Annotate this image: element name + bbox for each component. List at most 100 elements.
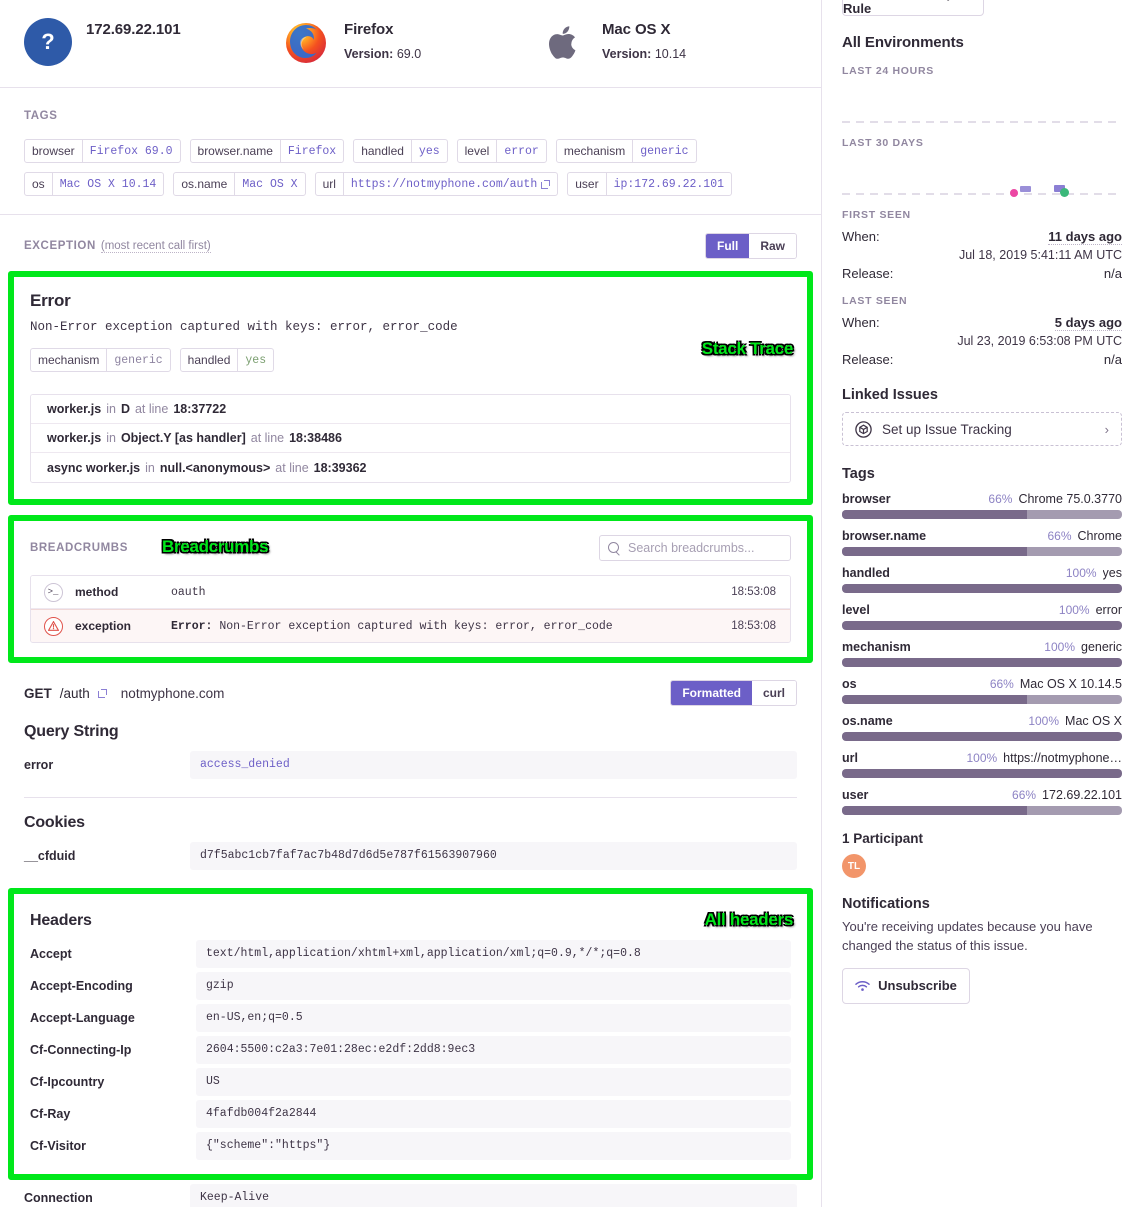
tag-pill-value-text: Firefox 69.0 bbox=[89, 144, 173, 158]
breadcrumb-row-list: >_ method oauth 18:53:08 exception Error: Non… bbox=[30, 575, 791, 643]
avatar[interactable]: TL bbox=[842, 854, 866, 878]
sidebar-tag-value: Chrome bbox=[1077, 529, 1122, 543]
sidebar-tag-percent: 100% bbox=[966, 751, 998, 765]
tag-pill-key: handled bbox=[361, 144, 404, 158]
sidebar-tag[interactable]: os.name 100% Mac OS X bbox=[842, 714, 1122, 741]
sidebar-tag[interactable]: level 100% error bbox=[842, 603, 1122, 630]
sidebar-tag[interactable]: user 66% 172.69.22.101 bbox=[842, 788, 1122, 815]
sidebar-tag-value: Mac OS X 10.14.5 bbox=[1019, 677, 1122, 691]
tag-pill-value-text: Mac OS X 10.14 bbox=[59, 177, 157, 191]
tag-pill-key: browser.name bbox=[197, 144, 273, 158]
sidebar-tag[interactable]: mechanism 100% generic bbox=[842, 640, 1122, 667]
exception-pill[interactable]: handled yes bbox=[179, 348, 275, 372]
context-item-os: Mac OS X Version: 10.14 bbox=[540, 18, 686, 66]
tag-pill[interactable]: browser.name Firefox bbox=[189, 139, 345, 163]
exception-pill[interactable]: mechanism generic bbox=[30, 348, 171, 372]
create-ownership-rule-button[interactable]: Create Ownership Rule bbox=[842, 0, 984, 16]
cube-icon bbox=[855, 420, 872, 438]
sidebar-tag[interactable]: browser 66% Chrome 75.0.3770 bbox=[842, 492, 1122, 519]
breadcrumb-type: exception bbox=[75, 619, 132, 633]
tag-pill[interactable]: mechanism generic bbox=[555, 139, 697, 163]
first-seen-when-value: 11 days ago bbox=[1048, 229, 1122, 245]
exception-view-toggle[interactable]: Full Raw bbox=[704, 233, 797, 259]
sidebar-tag-percent: 66% bbox=[1012, 788, 1037, 802]
toggle-full-button[interactable]: Full bbox=[705, 234, 750, 258]
tag-pill-value[interactable]: Firefox bbox=[279, 140, 343, 162]
stack-trace-annotation-label: Stack Trace bbox=[701, 339, 794, 358]
tag-pill-value[interactable]: Mac OS X bbox=[234, 173, 304, 195]
sidebar-tag-bar bbox=[842, 732, 1122, 741]
toggle-raw-button[interactable]: Raw bbox=[749, 234, 796, 258]
stack-frame[interactable]: worker.js in Dat line 18:37722 bbox=[31, 395, 790, 424]
tag-pill-value[interactable]: https://notmyphone.com/auth bbox=[342, 173, 557, 195]
http-method: GET bbox=[24, 685, 52, 701]
query-string-rows: error access_denied bbox=[24, 751, 797, 779]
stack-frame[interactable]: async worker.js in null.<anonymous> at line… bbox=[31, 453, 790, 482]
sidebar-tag[interactable]: handled 100% yes bbox=[842, 566, 1122, 593]
first-seen-label: FIRST SEEN bbox=[842, 209, 911, 221]
tag-pill[interactable]: url https://notmyphone.com/auth bbox=[314, 172, 559, 196]
sidebar-tag-bar bbox=[842, 806, 1122, 815]
sidebar-tag-bar bbox=[842, 547, 1122, 556]
first-seen-absolute: Jul 18, 2019 5:41:11 AM UTC bbox=[958, 248, 1122, 262]
sidebar-tag-name: browser.name bbox=[842, 529, 927, 543]
sparkline-axis bbox=[842, 121, 1122, 123]
tag-pill[interactable]: os.name Mac OS X bbox=[173, 172, 306, 196]
sidebar-tag-list: browser 66% Chrome 75.0.3770 browser.name 66… bbox=[842, 492, 1122, 815]
kv-row: Accept text/html,application/xhtml+xml,ap… bbox=[30, 940, 791, 968]
header-key: Accept-Language bbox=[30, 1011, 135, 1025]
sidebar-tag-bar bbox=[842, 658, 1122, 667]
notifications-title: Notifications bbox=[842, 896, 930, 912]
header-rows-outside: Connection Keep-Alive bbox=[0, 1180, 821, 1207]
first-seen-when-label: When: bbox=[842, 229, 880, 244]
tag-pill[interactable]: browser Firefox 69.0 bbox=[24, 139, 181, 163]
sidebar-tag-percent: 100% bbox=[1065, 566, 1097, 580]
breadcrumbs-search[interactable] bbox=[599, 535, 791, 561]
exception-pill-value: yes bbox=[237, 349, 273, 371]
external-link-icon[interactable] bbox=[541, 179, 551, 189]
tag-pill-value[interactable]: ip:172.69.22.101 bbox=[605, 173, 731, 195]
tag-pill[interactable]: level error bbox=[456, 139, 547, 163]
tag-pill-list: browser Firefox 69.0 browser.name Firefox ha… bbox=[24, 139, 797, 196]
toggle-curl-button[interactable]: curl bbox=[751, 681, 796, 705]
tag-pill-value[interactable]: Firefox 69.0 bbox=[81, 140, 180, 162]
browser-version-label: Version: bbox=[344, 47, 394, 61]
breadcrumb-icon-glyph: >_ bbox=[43, 582, 63, 602]
kv-row: Cf-Visitor {"scheme":"https"} bbox=[30, 1132, 791, 1160]
search-breadcrumbs-input[interactable] bbox=[626, 540, 782, 556]
tag-pill-value[interactable]: yes bbox=[410, 140, 447, 162]
tag-pill-value[interactable]: error bbox=[496, 140, 546, 162]
header-value: text/html,application/xhtml+xml,applicat… bbox=[196, 940, 791, 968]
sidebar-tag[interactable]: browser.name 66% Chrome bbox=[842, 529, 1122, 556]
tag-pill[interactable]: user ip:172.69.22.101 bbox=[567, 172, 733, 196]
kv-row: Accept-Encoding gzip bbox=[30, 972, 791, 1000]
tag-pill-key: browser bbox=[32, 144, 75, 158]
http-section: GET /auth notmyphone.com Formatted curl … bbox=[0, 663, 821, 870]
exception-message: Non-Error exception captured with keys: … bbox=[30, 320, 458, 334]
tag-pill-value[interactable]: Mac OS X 10.14 bbox=[51, 173, 164, 195]
kv-row: error access_denied bbox=[24, 751, 797, 779]
tag-pill-key: mechanism bbox=[563, 144, 626, 158]
last-30-days-label: LAST 30 DAYS bbox=[842, 137, 924, 149]
breadcrumb-type: method bbox=[75, 585, 119, 599]
tag-pill[interactable]: os Mac OS X 10.14 bbox=[24, 172, 165, 196]
tag-pill-value-text: error bbox=[504, 144, 539, 158]
stack-frame-list: worker.js in Dat line 18:37722 worker.js in Ob… bbox=[30, 394, 791, 483]
toggle-formatted-button[interactable]: Formatted bbox=[671, 681, 752, 705]
stack-frame[interactable]: worker.js in Object.Y [as handler] at line 1… bbox=[31, 424, 790, 453]
set-up-issue-tracking-button[interactable]: Set up Issue Tracking › bbox=[842, 412, 1122, 446]
unsubscribe-button[interactable]: Unsubscribe bbox=[842, 967, 970, 1004]
sidebar-tag-name: os.name bbox=[842, 714, 893, 728]
http-view-toggle[interactable]: Formatted curl bbox=[670, 680, 797, 706]
sidebar-tag[interactable]: os 66% Mac OS X 10.14.5 bbox=[842, 677, 1122, 704]
external-link-icon[interactable] bbox=[97, 688, 107, 698]
sidebar-tag-percent: 66% bbox=[1047, 529, 1072, 543]
breadcrumb-row[interactable]: exception Error: Non-Error exception capt… bbox=[31, 609, 790, 642]
linked-issues-title: Linked Issues bbox=[842, 387, 938, 403]
breadcrumb-row[interactable]: >_ method oauth 18:53:08 bbox=[31, 576, 790, 609]
frame-symbol: Object.Y [as handler] bbox=[120, 431, 246, 445]
sidebar-tag[interactable]: url 100% https://notmyphone… bbox=[842, 751, 1122, 778]
tag-pill[interactable]: handled yes bbox=[353, 139, 448, 163]
tag-pill-value[interactable]: generic bbox=[632, 140, 695, 162]
first-seen-release-value: n/a bbox=[1103, 266, 1122, 281]
